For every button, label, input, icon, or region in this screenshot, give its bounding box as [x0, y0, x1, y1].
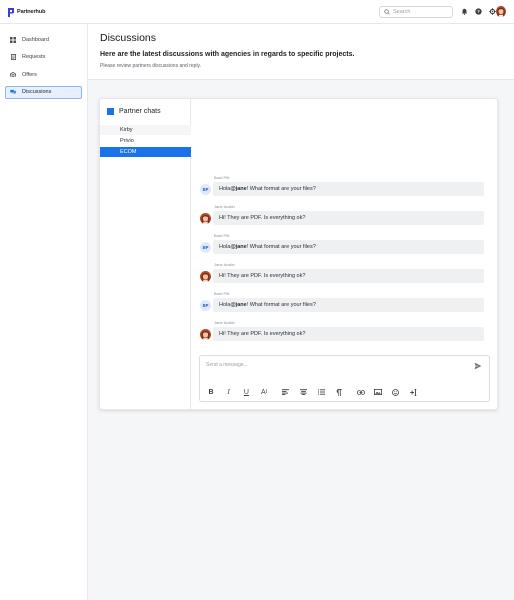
message: Jane Austin Hi! They are PDF. Is everyth…	[198, 262, 488, 291]
page-title: Discussions	[100, 32, 157, 44]
message-author: Jane Austin	[214, 320, 235, 325]
partner-chat-list: Partner chats Kirby Privio ECOM	[100, 99, 191, 409]
chat-item-kirby[interactable]: Kirby	[100, 125, 191, 136]
chat-list-marker-icon	[107, 108, 114, 115]
message: Brad Pitt BP Hola @jane! What format are…	[198, 233, 488, 262]
sidebar-item-label: Discussions	[22, 89, 52, 95]
message-text: Hola	[219, 186, 231, 192]
message-text: Hi! They are PDF. Is everything ok?	[219, 331, 306, 337]
text-size-small-glyph: I	[265, 389, 268, 395]
message-bubble: Hola @jane! What format are your files?	[213, 240, 484, 254]
page-header: Discussions Here are the latest discussi…	[88, 24, 514, 80]
text-size-button[interactable]: AI	[259, 387, 269, 397]
user-avatar[interactable]	[496, 6, 506, 17]
page-description: Please review partners discussions and r…	[100, 63, 202, 69]
mention[interactable]: @jane	[230, 186, 246, 192]
chat-icon	[10, 89, 16, 95]
avatar	[200, 271, 211, 282]
bold-button[interactable]: B	[206, 387, 216, 397]
sidebar-item-requests[interactable]: Requests	[5, 51, 82, 64]
message-text: Hi! They are PDF. Is everything ok?	[219, 273, 306, 279]
paragraph-icon[interactable]	[334, 387, 344, 397]
italic-button[interactable]: I	[224, 387, 234, 397]
message-bubble: Hi! They are PDF. Is everything ok?	[213, 269, 484, 283]
avatar	[200, 329, 211, 340]
logo-mark-icon	[8, 7, 14, 17]
main-content: Discussions Here are the latest discussi…	[88, 24, 514, 600]
ordered-list-icon[interactable]	[316, 387, 326, 397]
chat-list-header: Partner chats	[107, 108, 161, 115]
underline-button[interactable]: U	[241, 387, 251, 397]
message-bubble: Hola @jane! What format are your files?	[213, 182, 484, 196]
variable-icon[interactable]	[409, 387, 419, 397]
message-text: Hola	[219, 302, 231, 308]
message-text: Hola	[219, 244, 231, 250]
send-icon[interactable]	[473, 361, 482, 370]
brand-name: Partnerhub	[17, 9, 46, 15]
sidebar-item-dashboard[interactable]: Dashboard	[5, 33, 82, 46]
message-author: Jane Austin	[214, 204, 235, 209]
chat-item-ecom[interactable]: ECOM	[100, 147, 191, 158]
chat-list-title: Partner chats	[119, 108, 161, 115]
message-author: Brad Pitt	[214, 291, 230, 296]
message-bubble: Hola @jane! What format are your files?	[213, 298, 484, 312]
search-input[interactable]	[393, 9, 451, 15]
link-icon[interactable]	[356, 387, 366, 397]
sidebar: Dashboard Requests Offers Discussions	[0, 24, 88, 600]
message-bubble: Hi! They are PDF. Is everything ok?	[213, 327, 484, 341]
avatar	[200, 213, 211, 224]
discussion-card: Partner chats Kirby Privio ECOM Brad Pit…	[99, 98, 498, 410]
chat-items: Kirby Privio ECOM	[100, 125, 191, 158]
avatar: BP	[200, 242, 211, 253]
top-icons: ?	[460, 7, 496, 15]
brand-logo[interactable]: Partnerhub	[8, 7, 45, 17]
gear-icon[interactable]	[488, 7, 496, 15]
mention[interactable]: @jane	[230, 302, 246, 308]
message: Jane Austin Hi! They are PDF. Is everyth…	[198, 320, 488, 349]
sidebar-item-discussions[interactable]: Discussions	[5, 85, 82, 99]
svg-text:?: ?	[477, 9, 480, 14]
document-icon	[10, 54, 16, 60]
message-bubble: Hi! They are PDF. Is everything ok?	[213, 211, 484, 225]
sidebar-item-label: Requests	[22, 54, 46, 60]
message-author: Brad Pitt	[214, 233, 230, 238]
app: Partnerhub ?	[0, 0, 514, 600]
message-text: ! What format are your files?	[246, 302, 316, 308]
message-author: Jane Austin	[214, 262, 235, 267]
align-left-icon[interactable]	[281, 387, 291, 397]
help-icon[interactable]: ?	[474, 7, 482, 15]
message-text: ! What format are your files?	[246, 244, 316, 250]
avatar: BP	[200, 300, 211, 311]
message: Brad Pitt BP Hola @jane! What format are…	[198, 175, 488, 204]
message-composer: B I U AI	[199, 355, 490, 402]
message-input[interactable]	[206, 360, 466, 369]
mention[interactable]: @jane	[230, 244, 246, 250]
search-box[interactable]	[379, 6, 453, 18]
grid-icon	[10, 36, 16, 43]
search-icon	[384, 9, 390, 15]
sidebar-item-offers[interactable]: Offers	[5, 68, 82, 81]
message: Brad Pitt BP Hola @jane! What format are…	[198, 291, 488, 320]
sidebar-item-label: Dashboard	[22, 36, 49, 43]
chat-item-privio[interactable]: Privio	[100, 136, 191, 147]
emoji-icon[interactable]	[391, 387, 401, 397]
message-text: ! What format are your files?	[246, 186, 316, 192]
message-author: Brad Pitt	[214, 175, 230, 180]
bell-icon[interactable]	[460, 7, 468, 15]
offers-icon	[10, 72, 16, 78]
page-subtitle: Here are the latest discussions with age…	[100, 51, 355, 58]
avatar: BP	[200, 184, 211, 195]
message-text: Hi! They are PDF. Is everything ok?	[219, 215, 306, 221]
align-center-icon[interactable]	[298, 387, 308, 397]
message-thread: Brad Pitt BP Hola @jane! What format are…	[198, 175, 488, 349]
top-bar: Partnerhub ?	[0, 0, 514, 24]
formatting-toolbar: B I U AI	[200, 382, 489, 402]
image-icon[interactable]	[373, 387, 383, 397]
message: Jane Austin Hi! They are PDF. Is everyth…	[198, 204, 488, 233]
sidebar-item-label: Offers	[22, 71, 37, 78]
